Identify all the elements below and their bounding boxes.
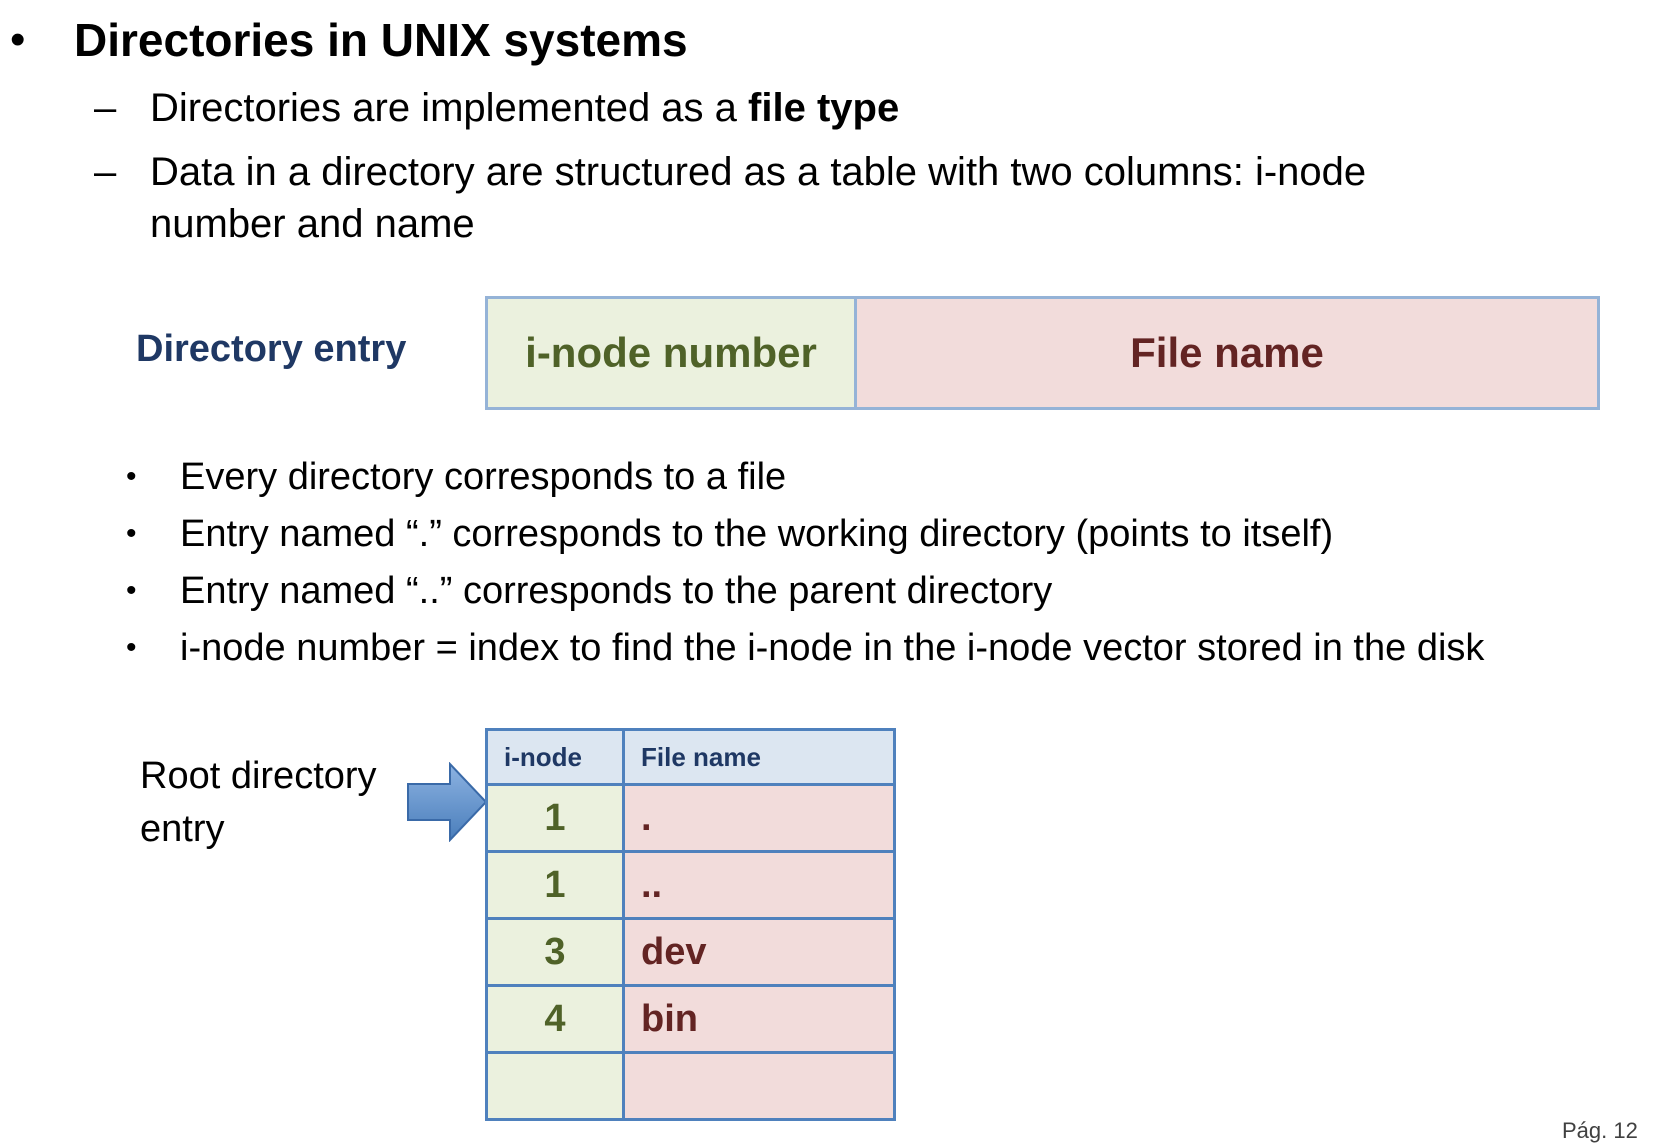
- dash-item-file-type: Directories are implemented as a file ty…: [150, 80, 899, 136]
- dash-item-table-line2: number and name: [150, 202, 475, 246]
- right-arrow-icon: [407, 762, 488, 842]
- entry-name-field: File name: [857, 299, 1597, 407]
- page-number: Pág. 12: [1562, 1118, 1638, 1143]
- filename-cell: ..: [622, 850, 896, 920]
- entry-inode-field: i-node number: [488, 299, 857, 407]
- inode-cell: 1: [485, 850, 625, 920]
- table-row: 1 ..: [485, 850, 896, 920]
- filename-cell: bin: [622, 984, 896, 1054]
- sub-bullet-item: Every directory corresponds to a file: [180, 456, 787, 498]
- root-directory-label: Root directory entry: [140, 755, 377, 850]
- inode-cell: 4: [485, 984, 625, 1054]
- directory-entry-label: Directory entry: [136, 328, 407, 370]
- dash-item-bold: file type: [748, 86, 900, 130]
- dash-item-text: Directories are implemented as a: [150, 86, 749, 130]
- directory-entry-box: i-node number File name: [485, 296, 1600, 410]
- sub-bullet-item: Entry named “.” corresponds to the worki…: [180, 513, 1334, 555]
- sub-bullet-item: Entry named “..” corresponds to the pare…: [180, 570, 1053, 612]
- sub-bullet-dot: •: [126, 517, 137, 550]
- table-header-row: i-node File name: [485, 728, 896, 786]
- slide-title: Directories in UNIX systems: [74, 14, 688, 66]
- filename-cell: dev: [622, 917, 896, 987]
- dash-item-table-line1: Data in a directory are structured as a …: [150, 150, 1367, 194]
- sub-bullet-dot: •: [126, 631, 137, 664]
- table-row: 4 bin: [485, 984, 896, 1054]
- sub-bullet-dot: •: [126, 574, 137, 607]
- inode-cell: 1: [485, 783, 625, 853]
- dash-marker: –: [94, 150, 117, 194]
- inode-cell: 3: [485, 917, 625, 987]
- heading-bullet: •: [10, 15, 26, 64]
- table-row: [485, 1051, 896, 1121]
- sub-bullet-item: i-node number = index to find the i-node…: [180, 627, 1485, 669]
- table-row: 1 .: [485, 783, 896, 853]
- filename-column-header: File name: [622, 728, 896, 786]
- sub-bullet-dot: •: [126, 460, 137, 493]
- inode-column-header: i-node: [485, 728, 625, 786]
- filename-cell: .: [622, 783, 896, 853]
- dash-marker: –: [94, 86, 117, 130]
- inode-cell: [485, 1051, 625, 1121]
- table-row: 3 dev: [485, 917, 896, 987]
- filename-cell: [622, 1051, 896, 1121]
- root-directory-table: i-node File name 1 . 1 .. 3 dev 4 bin: [485, 728, 896, 1121]
